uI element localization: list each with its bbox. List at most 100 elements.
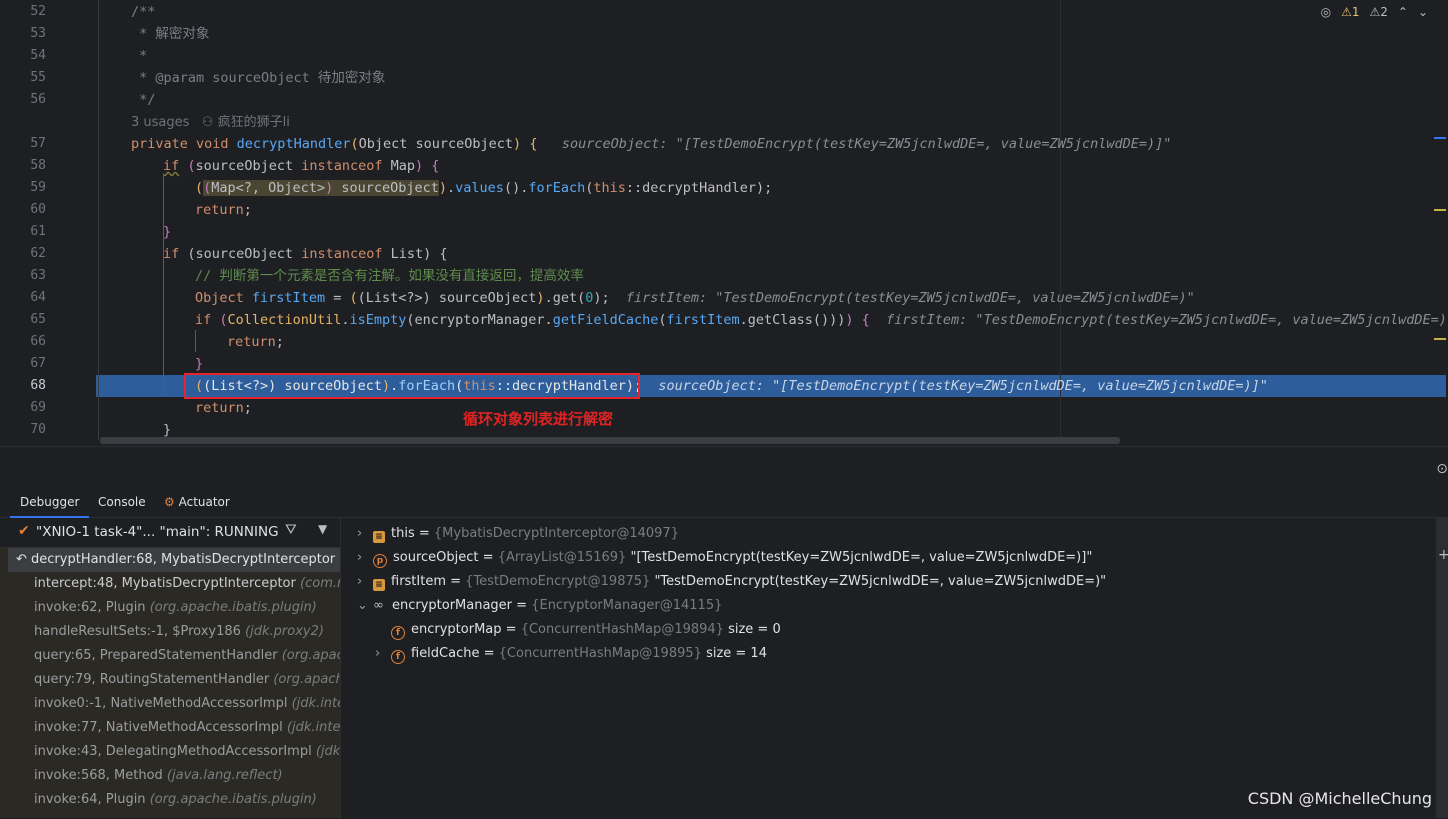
variable-value: "[TestDemoEncrypt(testKey=ZW5jcnlwdDE=, … [630,550,1093,565]
code-line-58: if (sourceObject instanceof Map) { [163,158,440,174]
frame-method: decryptHandler:68, MybatisDecryptInterce… [31,552,336,567]
plus-icon[interactable]: + [1438,547,1448,563]
line-number[interactable]: 60 [0,199,46,221]
expand-chevron-icon[interactable]: ⌄ [357,594,373,618]
code-line-57: private void decryptHandler(Object sourc… [131,136,1172,152]
line-number[interactable]: 65 [0,309,46,331]
expand-chevron-icon[interactable]: › [375,642,391,666]
line-number[interactable]: 68 [0,375,46,397]
code-line-66: return; [227,334,284,350]
frame-package: (jdk.proxy2) [245,624,324,639]
line-number[interactable]: 70 [0,419,46,441]
code-line-69: return; [195,400,252,416]
stack-frame[interactable]: query:79, RoutingStatementHandler (org.a… [34,668,340,692]
variable-name: sourceObject [393,550,479,565]
warning-count[interactable]: ⚠1 [1341,5,1359,19]
tab-console[interactable]: Console [98,495,146,509]
code-line-52: /** [131,4,156,20]
code-line-53: * 解密对象 [131,26,210,42]
line-number[interactable]: 59 [0,177,46,199]
variable-id: {EncryptorManager@14115} [531,598,723,613]
field-icon: f [391,626,405,640]
line-number[interactable]: 67 [0,353,46,375]
annotation-text: 循环对象列表进行解密 [463,410,614,428]
line-number[interactable]: 69 [0,397,46,419]
line-number[interactable]: 64 [0,287,46,309]
code-line-67: } [195,356,204,372]
variable-row[interactable]: › f fieldCache = {ConcurrentHashMap@19895}… [375,642,767,666]
line-number[interactable]: 58 [0,155,46,177]
code-line-63: // 判断第一个元素是否含有注解。如果没有直接返回，提高效率 [195,268,584,284]
variable-row[interactable]: ⌄ ∞ encryptorManager = {EncryptorManager@… [357,594,722,618]
line-number[interactable]: 61 [0,221,46,243]
variable-name: encryptorMap [411,622,502,637]
tab-actuator[interactable]: ⚙ Actuator [164,495,230,509]
stack-frame[interactable]: handleResultSets:-1, $Proxy186 (jdk.prox… [34,620,324,644]
dropdown-icon[interactable]: ▼ [318,522,327,536]
thread-selector[interactable]: ✔ "XNIO-1 task-4"... "main": RUNNING ⛛ ▼ [0,517,340,548]
frame-method: invoke:62, Plugin [34,600,146,615]
line-number[interactable]: 56 [0,89,46,111]
stack-frame[interactable]: invoke:568, Method (java.lang.reflect) [34,764,283,788]
chevron-up-icon[interactable]: ⌃ [1398,5,1408,19]
line-number[interactable]: 63 [0,265,46,287]
reader-mode-icon[interactable]: ◎ [1321,5,1331,19]
frame-package: (org.apache [281,648,340,663]
variable-row[interactable]: › ≡ this = {MybatisDecryptInterceptor@1409… [357,522,679,546]
list-icon: ≡ [373,579,385,591]
variable-row[interactable]: › p sourceObject = {ArrayList@15169} "[Tes… [357,546,1092,570]
code-line-56: */ [131,92,156,108]
weak-warning-count[interactable]: ⚠2 [1369,5,1387,19]
variable-row[interactable]: › ≡ firstItem = {TestDemoEncrypt@19875} "T… [357,570,1106,594]
stack-frame[interactable]: invoke:43, DelegatingMethodAccessorImpl … [34,740,340,764]
expand-chevron-icon[interactable]: › [357,546,373,570]
variable-name: this [391,526,415,541]
variable-id: {ArrayList@15169} [497,550,627,565]
inspection-widget[interactable]: ◎ ⚠1 ⚠2 ⌃ ⌄ [1321,5,1428,19]
code-line-61: } [163,224,172,240]
line-number[interactable]: 55 [0,67,46,89]
line-number[interactable]: 66 [0,331,46,353]
variable-id: {TestDemoEncrypt@19875} [465,574,651,589]
frame-method: intercept:48, MybatisDecryptInterceptor [34,576,296,591]
line-number[interactable]: 54 [0,45,46,67]
actuator-icon: ⚙ [164,495,175,509]
line-number-gutter: 52 53 54 55 56 57 58 59 60 61 62 63 64 65 66 67 68 69 70 [0,0,98,446]
chevron-down-icon[interactable]: ⌄ [1418,5,1428,19]
variable-row[interactable]: f encryptorMap = {ConcurrentHashMap@19894… [375,618,781,642]
debugger-panel: ⊙ Debugger Console ⚙ Actuator ✔ "XNIO-1 … [0,446,1448,819]
settings-icon[interactable]: ⊙ [1436,461,1448,477]
stack-frame[interactable]: invoke:62, Plugin (org.apache.ibatis.plu… [34,596,317,620]
expand-chevron-icon[interactable]: › [357,570,373,594]
line-number[interactable]: 57 [0,133,46,155]
return-icon: ↶ [16,552,32,567]
stack-frame[interactable]: query:65, PreparedStatementHandler (org.… [34,644,340,668]
stack-frame[interactable]: intercept:48, MybatisDecryptInterceptor … [34,572,340,596]
tab-debugger[interactable]: Debugger [9,495,90,518]
variable-value: size = 14 [706,646,767,661]
frames-list[interactable]: ↶ decryptHandler:68, MybatisDecryptInter… [0,548,340,818]
watch-icon: ∞ [373,598,388,613]
expand-chevron-icon[interactable]: › [357,522,373,546]
frame-method: invoke:568, Method [34,768,163,783]
horizontal-scrollbar[interactable] [100,437,1120,444]
code-line-55: * @param sourceObject 待加密对象 [131,70,386,86]
usages-hint[interactable]: 3 usages ⚇ 疯狂的狮子li [131,111,290,133]
line-number[interactable]: 53 [0,23,46,45]
scroll-marker [1434,338,1446,340]
stack-frame[interactable]: ↶ decryptHandler:68, MybatisDecryptInter… [8,548,340,572]
code-line-59: ((Map<?, Object>) sourceObject).values()… [195,180,773,196]
frame-package: (jdk.intern [291,696,340,711]
stack-frame[interactable]: invoke:64, Plugin (org.apache.ibatis.plu… [34,788,317,812]
line-number[interactable]: 52 [0,1,46,23]
code-editor[interactable]: 52 53 54 55 56 57 58 59 60 61 62 63 64 65 66 67 68 69 70 /… [0,0,1448,446]
stack-frame[interactable]: invoke0:-1, NativeMethodAccessorImpl (jd… [34,692,340,716]
stack-frame[interactable]: invoke:77, NativeMethodAccessorImpl (jdk… [34,716,340,740]
line-number[interactable]: 62 [0,243,46,265]
frame-method: invoke:64, Plugin [34,792,146,807]
code-line-54: * [131,48,148,64]
variables-tree[interactable]: › ≡ this = {MybatisDecryptInterceptor@1409… [340,517,1436,818]
filter-icon[interactable]: ⛛ [285,522,297,538]
variable-id: {ConcurrentHashMap@19894} [520,622,724,637]
scroll-marker [1434,137,1446,139]
